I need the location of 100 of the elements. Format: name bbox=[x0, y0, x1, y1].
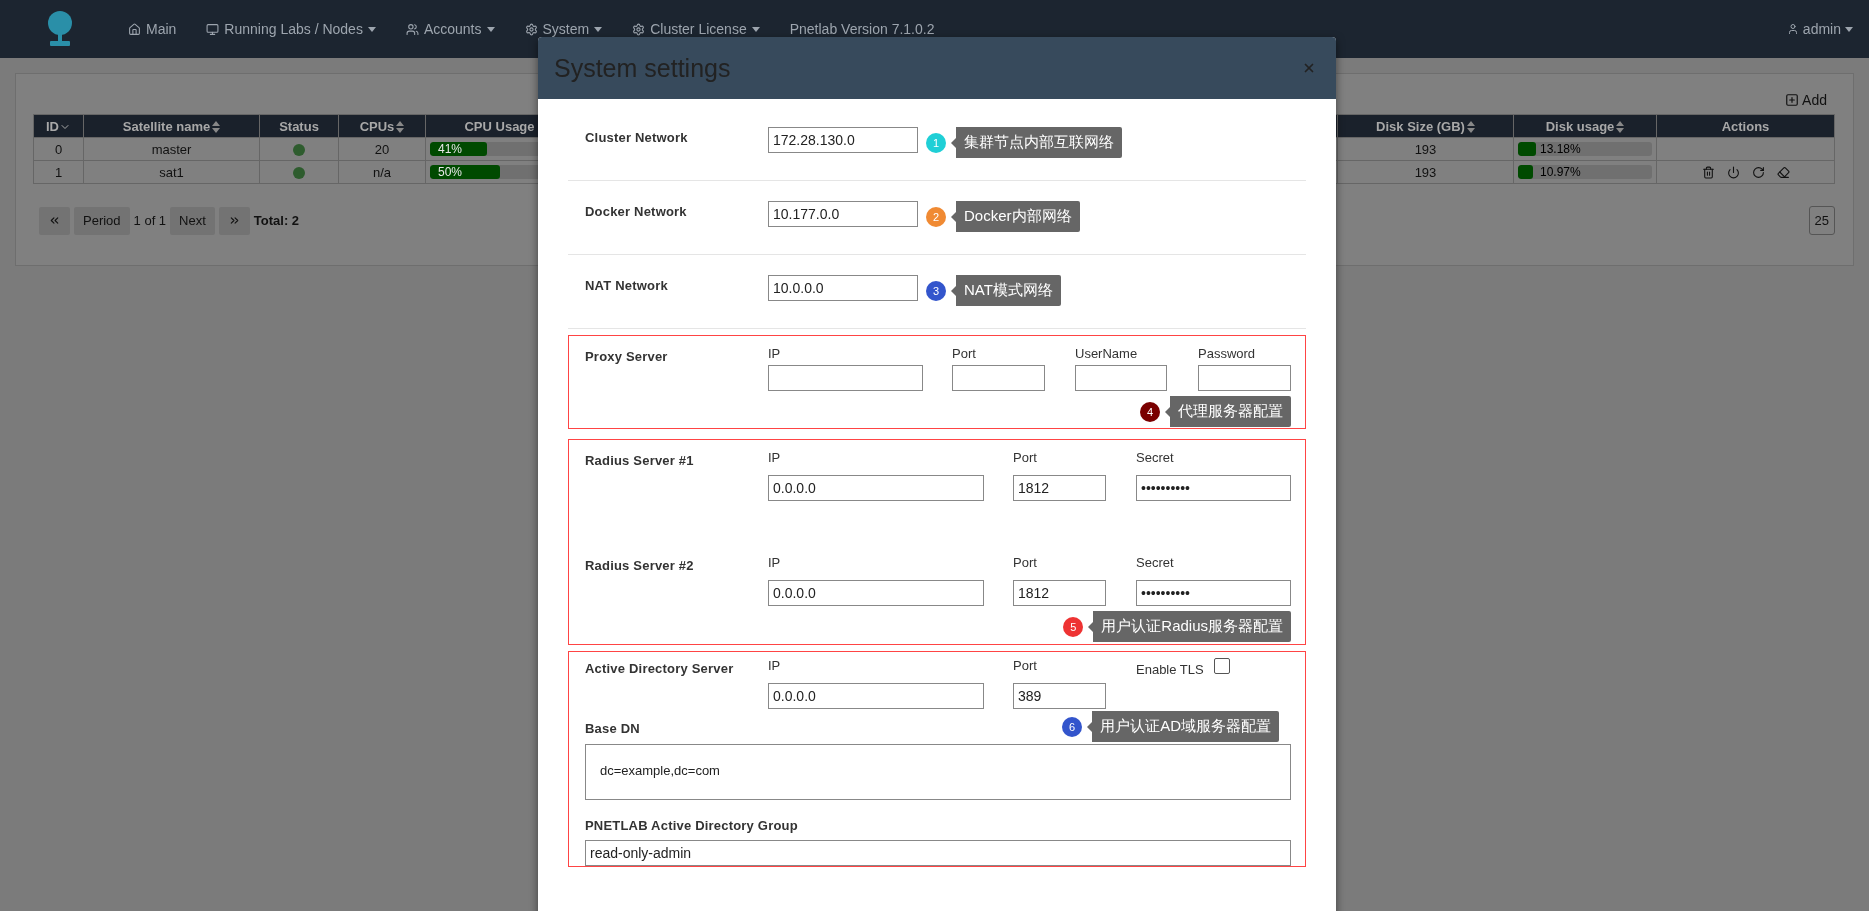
field-label: Port bbox=[952, 346, 977, 361]
annotation-tooltip: 集群节点内部互联网络 bbox=[951, 127, 1122, 158]
field-label: IP bbox=[768, 450, 782, 465]
column-header[interactable]: Status bbox=[259, 114, 339, 138]
sort-icon[interactable] bbox=[1616, 121, 1625, 134]
field-label: UserName bbox=[1075, 346, 1139, 361]
field-label: Enable TLS bbox=[1136, 662, 1204, 677]
number-badge: 6 bbox=[1062, 716, 1083, 737]
table-cell: 193 bbox=[1337, 160, 1514, 184]
total-count: Total: 2 bbox=[253, 213, 300, 228]
sort-icon[interactable] bbox=[396, 121, 405, 134]
field-label: Secret bbox=[1136, 555, 1175, 570]
page-size-button[interactable]: 25 bbox=[1808, 206, 1835, 235]
field-label: Radius Server #2 bbox=[585, 557, 695, 573]
field-label: IP bbox=[768, 658, 782, 673]
secret-input[interactable]: •••••••••• bbox=[1136, 475, 1291, 501]
proxy-input[interactable] bbox=[952, 365, 1045, 391]
field-label: IP bbox=[768, 555, 782, 570]
ip-input[interactable]: 0.0.0.0 bbox=[768, 683, 984, 709]
gear-icon bbox=[524, 22, 538, 36]
column-header[interactable]: Disk usage bbox=[1513, 114, 1657, 138]
caret-icon bbox=[1845, 26, 1853, 32]
sort-icon[interactable] bbox=[212, 121, 221, 134]
dialog-title: System settings bbox=[554, 53, 731, 83]
close-icon bbox=[1302, 61, 1316, 75]
number-badge: 2 bbox=[926, 206, 946, 227]
number-badge: 3 bbox=[926, 280, 946, 301]
table-cell: n/a bbox=[338, 160, 426, 184]
field-label: Password bbox=[1198, 346, 1257, 361]
nav-menu-item[interactable]: System bbox=[524, 21, 603, 37]
proxy-input[interactable] bbox=[1075, 365, 1167, 391]
reload-icon[interactable] bbox=[1751, 165, 1765, 179]
nav-menu-item[interactable]: Accounts bbox=[405, 21, 495, 37]
field-label: Radius Server #1 bbox=[585, 452, 695, 468]
last-page-button[interactable] bbox=[218, 206, 250, 235]
plus-icon bbox=[1785, 93, 1800, 107]
field-label: Port bbox=[1013, 450, 1038, 465]
user-menu[interactable]: admin bbox=[1786, 21, 1853, 37]
annotation-tooltip: 用户认证AD域服务器配置 bbox=[1087, 711, 1279, 742]
port-input[interactable]: 1812 bbox=[1013, 475, 1106, 501]
table-cell: sat1 bbox=[83, 160, 260, 184]
annotation-tooltip: Docker内部网络 bbox=[951, 201, 1080, 232]
field-label: Cluster Network bbox=[585, 129, 689, 145]
table-cell: 1 bbox=[33, 160, 84, 184]
tls-checkbox[interactable] bbox=[1213, 658, 1230, 674]
proxy-input[interactable] bbox=[1198, 365, 1291, 391]
field-label: IP bbox=[768, 346, 782, 361]
field-label: Port bbox=[1013, 555, 1038, 570]
ip-input[interactable]: 0.0.0.0 bbox=[768, 475, 984, 501]
nav-menu-item[interactable]: Running Labs / Nodes bbox=[206, 21, 376, 37]
usage-text: 10.97% bbox=[1540, 165, 1581, 179]
annotation-tooltip: NAT模式网络 bbox=[951, 275, 1061, 306]
ip-input[interactable]: 0.0.0.0 bbox=[768, 580, 984, 606]
port-input[interactable]: 389 bbox=[1013, 683, 1106, 709]
table-cell: 0 bbox=[33, 137, 84, 161]
secret-input[interactable]: •••••••••• bbox=[1136, 580, 1291, 606]
port-input[interactable]: 1812 bbox=[1013, 580, 1106, 606]
field-label: NAT Network bbox=[585, 277, 669, 293]
page-indicator: 1 of 1 bbox=[133, 213, 167, 228]
delete-icon[interactable] bbox=[1701, 165, 1715, 179]
proxy-input[interactable] bbox=[768, 365, 923, 391]
column-header[interactable]: ID bbox=[33, 114, 84, 138]
network-input[interactable]: 10.0.0.0 bbox=[768, 275, 918, 301]
column-header[interactable]: Satellite name bbox=[83, 114, 260, 138]
group-input[interactable]: read-only-admin bbox=[585, 840, 1291, 866]
network-input[interactable]: 172.28.130.0 bbox=[768, 127, 918, 153]
table-cell: 20 bbox=[338, 137, 426, 161]
usage-text: 13.18% bbox=[1540, 142, 1581, 156]
number-badge: 4 bbox=[1140, 401, 1160, 422]
table-cell: 193 bbox=[1337, 137, 1514, 161]
field-label: Base DN bbox=[585, 719, 641, 736]
field-label: Proxy Server bbox=[585, 348, 669, 364]
field-label: PNETLAB Active Directory Group bbox=[585, 817, 798, 833]
network-input[interactable]: 10.177.0.0 bbox=[768, 201, 918, 227]
previous-page-button[interactable]: Period bbox=[74, 206, 130, 235]
number-badge: 5 bbox=[1063, 616, 1084, 637]
nav-menu-item[interactable]: Cluster License bbox=[632, 21, 760, 37]
number-badge: 1 bbox=[926, 132, 946, 153]
power-icon[interactable] bbox=[1726, 165, 1740, 179]
double-left-icon bbox=[48, 214, 61, 227]
base-dn-field[interactable]: dc=example,dc=com bbox=[585, 744, 1291, 800]
column-header[interactable]: Actions bbox=[1656, 114, 1835, 138]
sort-icon[interactable] bbox=[1466, 121, 1475, 134]
monitor-icon bbox=[206, 22, 220, 36]
usage-text: 41% bbox=[438, 142, 463, 156]
nav-menu-item[interactable]: Main bbox=[128, 21, 177, 37]
first-page-button[interactable] bbox=[39, 206, 70, 235]
users-icon bbox=[405, 22, 419, 36]
annotation-tooltip: 代理服务器配置 bbox=[1165, 396, 1291, 427]
annotation-tooltip: 用户认证Radius服务器配置 bbox=[1088, 611, 1291, 642]
field-label: Active Directory Server bbox=[585, 660, 735, 678]
nav-menu-item[interactable]: Pnetlab Version 7.1.0.2 bbox=[789, 21, 935, 37]
gear-icon bbox=[632, 22, 646, 36]
home-icon bbox=[128, 22, 141, 36]
add-button[interactable]: Add bbox=[1785, 92, 1827, 108]
column-header[interactable]: Disk Size (GB) bbox=[1337, 114, 1514, 138]
next-page-button[interactable]: Next bbox=[170, 206, 215, 235]
field-label: Secret bbox=[1136, 450, 1175, 465]
eraser-icon[interactable] bbox=[1776, 165, 1790, 179]
column-header[interactable]: CPUs bbox=[338, 114, 426, 138]
